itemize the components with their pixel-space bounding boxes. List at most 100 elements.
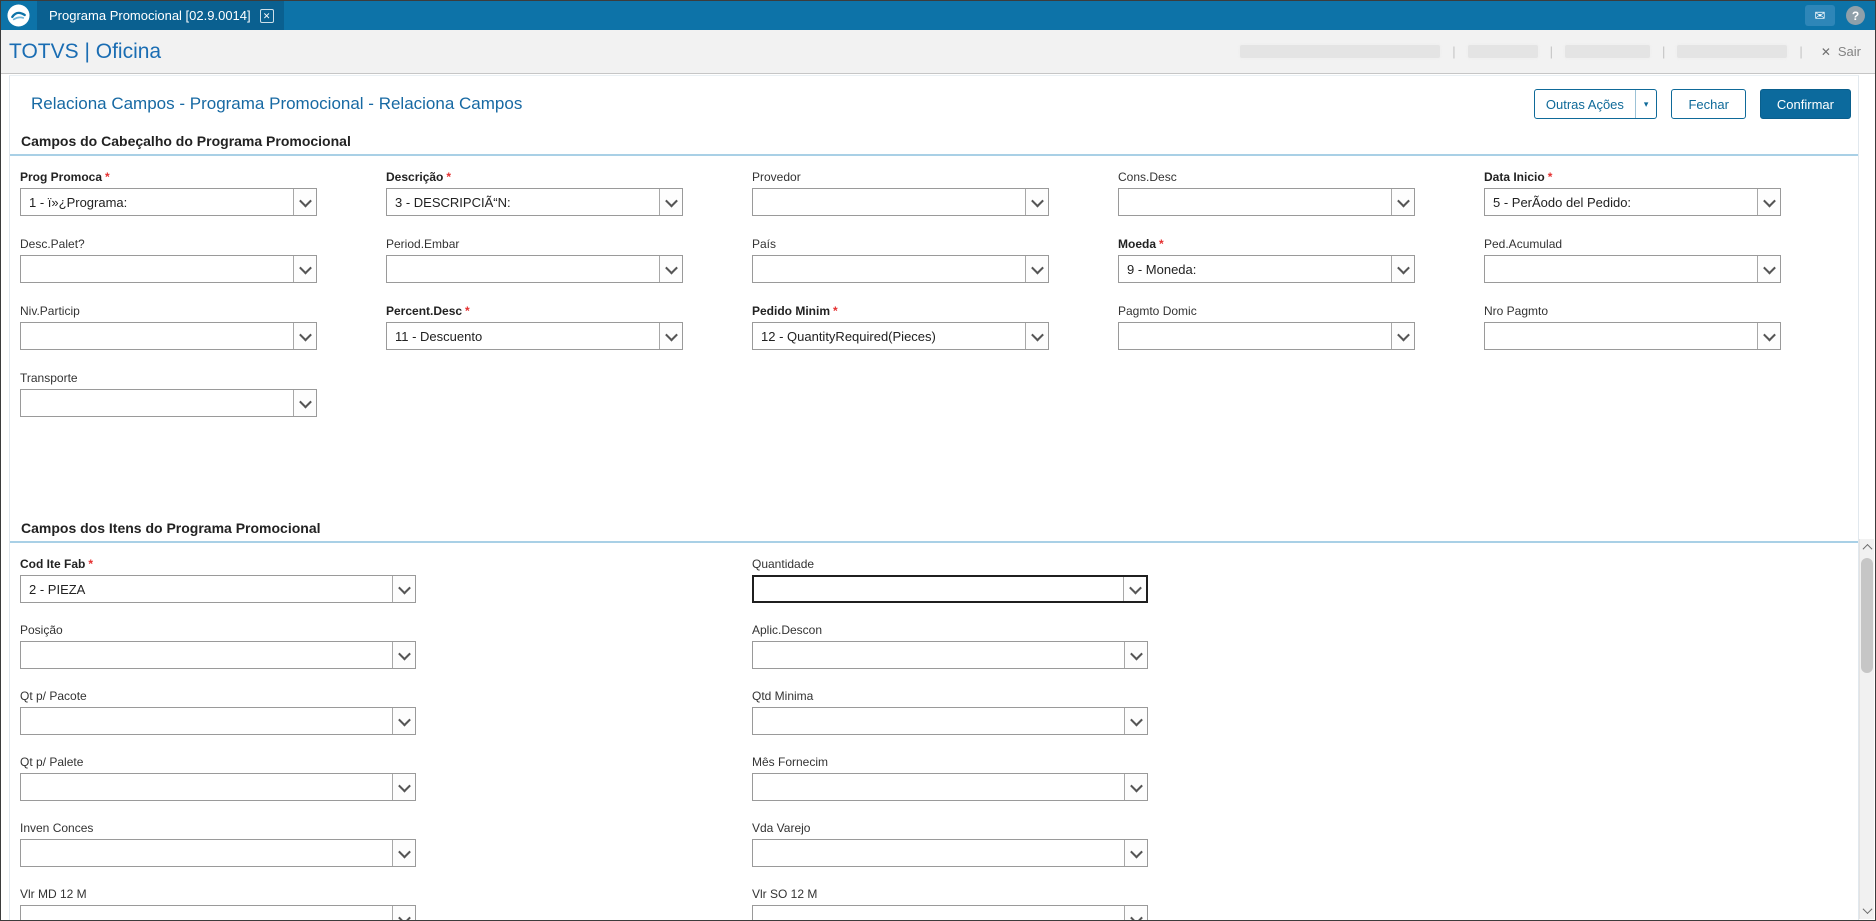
- chevron-down-icon[interactable]: [1123, 577, 1146, 601]
- field-label: Cod Ite Fab: [20, 556, 86, 571]
- field-provedor: Provedor: [752, 169, 1049, 216]
- field-moeda: Moeda * 9 - Moneda:: [1118, 236, 1415, 283]
- field-data-inicio: Data Inicio * 5 - PerÃodo del Pedido:: [1484, 169, 1781, 216]
- chevron-down-icon[interactable]: [293, 390, 316, 416]
- chevron-down-icon[interactable]: [1124, 840, 1147, 866]
- chevron-down-icon[interactable]: [293, 256, 316, 282]
- combo-vlr-md-12-m[interactable]: [20, 905, 416, 920]
- chevron-down-icon[interactable]: [1124, 642, 1147, 668]
- combo-prog-promoca[interactable]: 1 - ï»¿Programa:: [20, 188, 317, 216]
- combo-transporte[interactable]: [20, 389, 317, 417]
- field-label: Vda Varejo: [752, 820, 811, 835]
- chevron-down-icon[interactable]: [1124, 708, 1147, 734]
- chevron-down-icon[interactable]: [1025, 323, 1048, 349]
- chevron-down-icon[interactable]: [293, 323, 316, 349]
- chevron-down-icon[interactable]: [392, 642, 415, 668]
- combo-qtd-minima[interactable]: [752, 707, 1148, 735]
- sair-button[interactable]: ✕ Sair: [1815, 44, 1861, 59]
- confirmar-label: Confirmar: [1776, 96, 1834, 112]
- combo-descricao[interactable]: 3 - DESCRIPCIÃ“N:: [386, 188, 683, 216]
- chevron-down-icon[interactable]: [1124, 774, 1147, 800]
- chevron-down-icon[interactable]: [1025, 189, 1048, 215]
- field-pais: País: [752, 236, 1049, 283]
- combo-value: [753, 642, 1124, 668]
- chevron-down-icon[interactable]: [1391, 323, 1414, 349]
- chevron-down-icon[interactable]: [392, 906, 415, 920]
- combo-value: [21, 906, 392, 920]
- combo-inven-conces[interactable]: [20, 839, 416, 867]
- combo-cons-desc[interactable]: [1118, 188, 1415, 216]
- chevron-down-icon[interactable]: [1391, 256, 1414, 282]
- scrollbar-thumb[interactable]: [1861, 558, 1873, 673]
- combo-vda-varejo[interactable]: [752, 839, 1148, 867]
- combo-moeda[interactable]: 9 - Moneda:: [1118, 255, 1415, 283]
- chevron-down-icon[interactable]: [659, 189, 682, 215]
- tab-programa-promocional[interactable]: Programa Promocional [02.9.0014] ✕: [37, 1, 284, 30]
- chevron-down-icon[interactable]: [392, 840, 415, 866]
- scroll-up-icon[interactable]: [1860, 539, 1874, 556]
- fechar-label: Fechar: [1688, 96, 1729, 112]
- combo-pais[interactable]: [752, 255, 1049, 283]
- field-label: Provedor: [752, 169, 801, 184]
- combo-vlr-so-12-m[interactable]: [752, 905, 1148, 920]
- chevron-down-icon[interactable]: [1025, 256, 1048, 282]
- combo-period-embar[interactable]: [386, 255, 683, 283]
- combo-provedor[interactable]: [752, 188, 1049, 216]
- combo-qt-p-palete[interactable]: [20, 773, 416, 801]
- field-label: Inven Conces: [20, 820, 94, 835]
- combo-niv-particip[interactable]: [20, 322, 317, 350]
- combo-desc-palet[interactable]: [20, 255, 317, 283]
- combo-qt-p-pacote[interactable]: [20, 707, 416, 735]
- field-label: Pagmto Domic: [1118, 303, 1197, 318]
- combo-value: [753, 189, 1025, 215]
- mail-icon[interactable]: ✉: [1805, 5, 1835, 26]
- combo-mes-fornecim[interactable]: [752, 773, 1148, 801]
- combo-data-inicio[interactable]: 5 - PerÃodo del Pedido:: [1484, 188, 1781, 216]
- chevron-down-icon[interactable]: [1124, 906, 1147, 920]
- main-content: Relaciona Campos - Programa Promocional …: [1, 75, 1875, 920]
- field-label: Aplic.Descon: [752, 622, 823, 637]
- field-label: País: [752, 236, 777, 251]
- tab-close-icon[interactable]: ✕: [259, 8, 274, 23]
- field-nro-pagmto: Nro Pagmto: [1484, 303, 1781, 350]
- chevron-down-icon[interactable]: [659, 323, 682, 349]
- chevron-down-icon[interactable]: [392, 708, 415, 734]
- chevron-down-icon[interactable]: [1757, 189, 1780, 215]
- combo-posicao[interactable]: [20, 641, 416, 669]
- fechar-button[interactable]: Fechar: [1671, 89, 1746, 119]
- combo-cod-ite-fab[interactable]: 2 - PIEZA: [20, 575, 416, 603]
- scroll-down-icon[interactable]: [1860, 902, 1874, 919]
- combo-pedido-minim[interactable]: 12 - QuantityRequired(Pieces): [752, 322, 1049, 350]
- field-cod-ite-fab: Cod Ite Fab * 2 - PIEZA: [20, 556, 416, 603]
- confirmar-button[interactable]: Confirmar: [1759, 89, 1851, 119]
- chevron-down-icon[interactable]: [1757, 323, 1780, 349]
- combo-value: [21, 708, 392, 734]
- combo-value: [21, 642, 392, 668]
- combo-percent-desc[interactable]: 11 - Descuento: [386, 322, 683, 350]
- outras-acoes-button[interactable]: Outras Ações ▾: [1533, 89, 1658, 119]
- combo-nro-pagmto[interactable]: [1484, 322, 1781, 350]
- field-aplic-descon: Aplic.Descon: [752, 622, 1148, 669]
- field-label: Quantidade: [752, 556, 815, 571]
- combo-value: [21, 256, 293, 282]
- vertical-scrollbar[interactable]: [1859, 539, 1874, 919]
- combo-aplic-descon[interactable]: [752, 641, 1148, 669]
- chevron-down-icon[interactable]: [392, 576, 415, 602]
- outras-acoes-label: Outras Ações: [1545, 96, 1624, 112]
- combo-value: [754, 577, 1123, 601]
- help-icon[interactable]: ?: [1846, 6, 1865, 25]
- chevron-down-icon[interactable]: [392, 774, 415, 800]
- chevron-down-icon[interactable]: [1757, 256, 1780, 282]
- chevron-down-icon[interactable]: [1391, 189, 1414, 215]
- combo-ped-acumulad[interactable]: [1484, 255, 1781, 283]
- redacted-text: [1565, 45, 1651, 58]
- combo-quantidade[interactable]: [752, 575, 1148, 603]
- field-label: Ped.Acumulad: [1484, 236, 1563, 251]
- chevron-down-icon[interactable]: [293, 189, 316, 215]
- combo-pagmto-domic[interactable]: [1118, 322, 1415, 350]
- app-header: TOTVS | Oficina | | | | ✕ Sair: [1, 30, 1875, 74]
- combo-value: 11 - Descuento: [395, 328, 483, 344]
- chevron-down-icon[interactable]: [659, 256, 682, 282]
- field-pagmto-domic: Pagmto Domic: [1118, 303, 1415, 350]
- field-niv-particip: Niv.Particip: [20, 303, 317, 350]
